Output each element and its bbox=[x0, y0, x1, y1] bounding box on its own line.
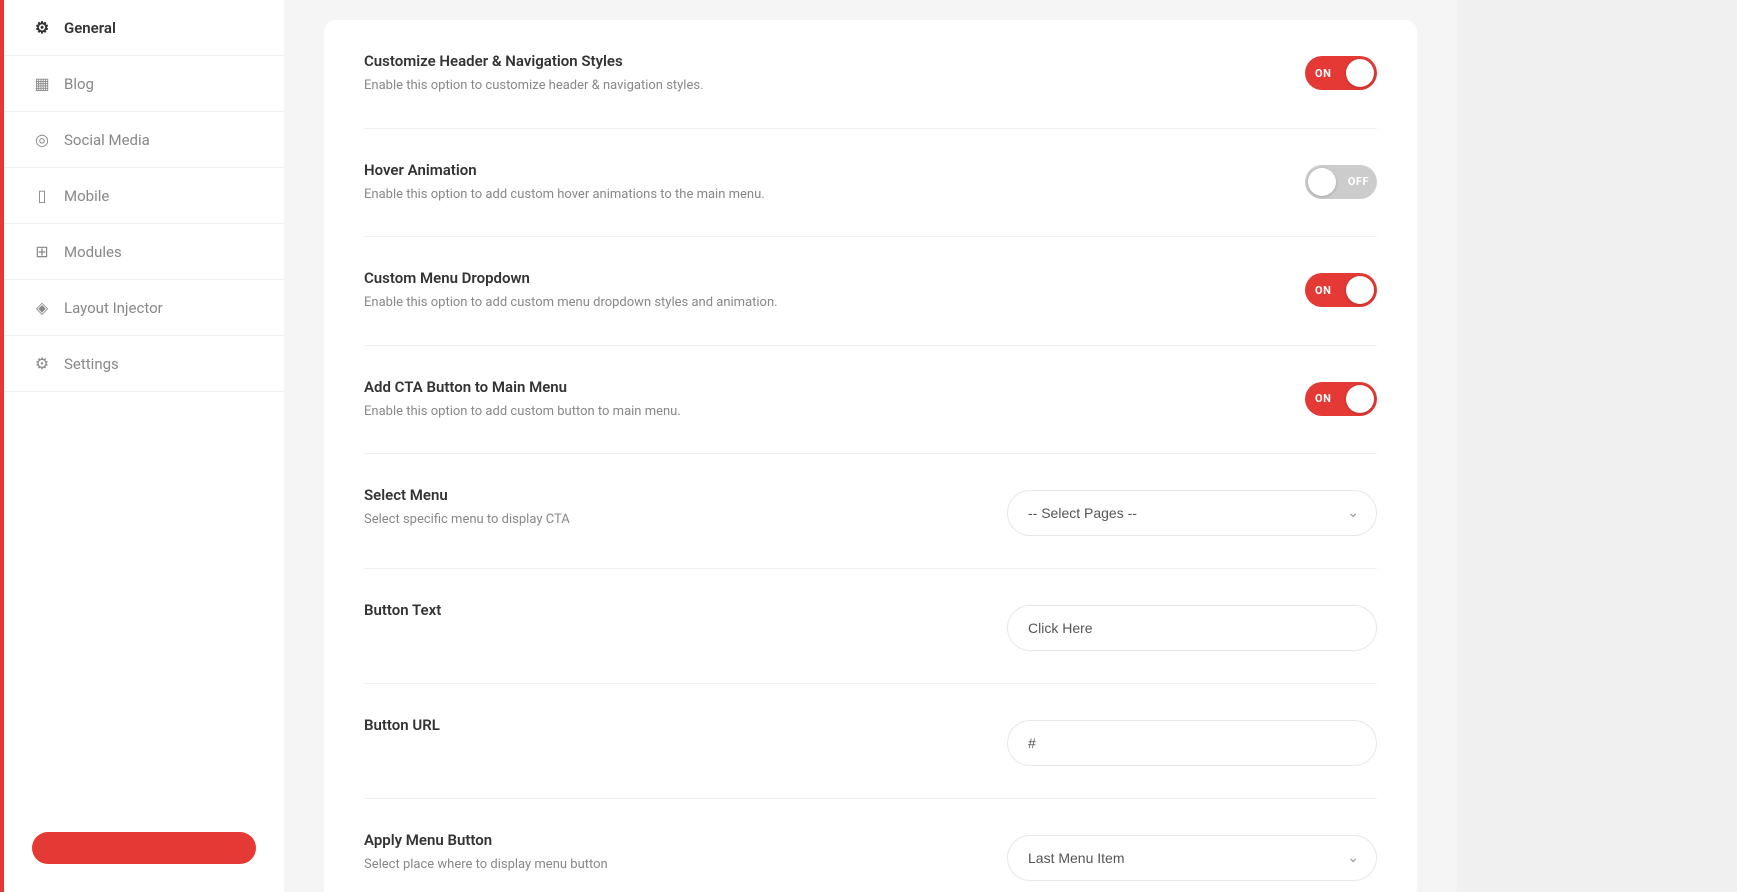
mobile-icon: ▯ bbox=[32, 186, 52, 205]
toggle-customize-header[interactable]: ON bbox=[1305, 56, 1377, 90]
setting-row-button-url: Button URL bbox=[364, 684, 1377, 799]
select-wrapper-select-menu: -- Select Pages -- ⌄ bbox=[1007, 490, 1377, 536]
main-content: Customize Header & Navigation Styles Ena… bbox=[284, 0, 1457, 892]
setting-label-button-text: Button Text bbox=[364, 601, 972, 625]
sidebar-item-label: General bbox=[64, 19, 116, 37]
setting-label-add-cta-button: Add CTA Button to Main Menu Enable this … bbox=[364, 378, 972, 422]
toggle-custom-menu-dropdown[interactable]: ON bbox=[1305, 273, 1377, 307]
right-panel bbox=[1457, 0, 1737, 892]
save-changes-button[interactable] bbox=[32, 832, 256, 864]
toggle-label: ON bbox=[1315, 392, 1331, 405]
setting-title: Button Text bbox=[364, 601, 972, 619]
toggle-track: ON bbox=[1305, 273, 1377, 307]
select-wrapper-apply-menu-button: Last Menu ItemFirst Menu Item ⌄ bbox=[1007, 835, 1377, 881]
toggle-thumb bbox=[1346, 276, 1374, 304]
setting-row-custom-menu-dropdown: Custom Menu Dropdown Enable this option … bbox=[364, 237, 1377, 346]
toggle-add-cta-button[interactable]: ON bbox=[1305, 382, 1377, 416]
setting-title: Select Menu bbox=[364, 486, 972, 504]
sidebar: ⚙ General ▦ Blog ◎ Social Media ▯ Mobile… bbox=[4, 0, 284, 892]
setting-control-customize-header: ON bbox=[997, 52, 1377, 90]
setting-label-hover-animation: Hover Animation Enable this option to ad… bbox=[364, 161, 972, 205]
general-icon: ⚙ bbox=[32, 18, 52, 37]
sidebar-item-social-media[interactable]: ◎ Social Media bbox=[4, 112, 284, 168]
save-button-wrapper bbox=[4, 804, 284, 892]
toggle-track: ON bbox=[1305, 382, 1377, 416]
setting-description: Select specific menu to display CTA bbox=[364, 510, 972, 530]
input-button-url[interactable] bbox=[1007, 720, 1377, 766]
setting-control-select-menu: -- Select Pages -- ⌄ bbox=[997, 486, 1377, 536]
sidebar-item-label: Mobile bbox=[64, 187, 109, 205]
sidebar-item-modules[interactable]: ⊞ Modules bbox=[4, 224, 284, 280]
social-media-icon: ◎ bbox=[32, 130, 52, 149]
setting-control-add-cta-button: ON bbox=[997, 378, 1377, 416]
toggle-label: ON bbox=[1315, 284, 1331, 297]
sidebar-item-label: Layout Injector bbox=[64, 299, 163, 317]
sidebar-item-label: Social Media bbox=[64, 131, 150, 149]
sidebar-item-mobile[interactable]: ▯ Mobile bbox=[4, 168, 284, 224]
setting-label-customize-header: Customize Header & Navigation Styles Ena… bbox=[364, 52, 972, 96]
setting-label-button-url: Button URL bbox=[364, 716, 972, 740]
setting-row-hover-animation: Hover Animation Enable this option to ad… bbox=[364, 129, 1377, 238]
setting-row-button-text: Button Text bbox=[364, 569, 1377, 684]
toggle-label: OFF bbox=[1348, 175, 1369, 188]
toggle-thumb bbox=[1346, 59, 1374, 87]
sidebar-item-label: Blog bbox=[64, 75, 94, 93]
setting-label-select-menu: Select Menu Select specific menu to disp… bbox=[364, 486, 972, 530]
setting-control-apply-menu-button: Last Menu ItemFirst Menu Item ⌄ bbox=[997, 831, 1377, 881]
setting-control-button-text bbox=[997, 601, 1377, 651]
setting-description: Enable this option to add custom button … bbox=[364, 402, 972, 422]
setting-description: Enable this option to add custom menu dr… bbox=[364, 293, 972, 313]
setting-title: Custom Menu Dropdown bbox=[364, 269, 972, 287]
blog-icon: ▦ bbox=[32, 74, 52, 93]
setting-row-apply-menu-button: Apply Menu Button Select place where to … bbox=[364, 799, 1377, 892]
sidebar-item-label: Modules bbox=[64, 243, 122, 261]
input-button-text[interactable] bbox=[1007, 605, 1377, 651]
select-apply-menu-button[interactable]: Last Menu ItemFirst Menu Item bbox=[1007, 835, 1377, 881]
setting-row-customize-header: Customize Header & Navigation Styles Ena… bbox=[364, 20, 1377, 129]
toggle-track: ON bbox=[1305, 56, 1377, 90]
setting-control-custom-menu-dropdown: ON bbox=[997, 269, 1377, 307]
select-select-menu[interactable]: -- Select Pages -- bbox=[1007, 490, 1377, 536]
layout-injector-icon: ◈ bbox=[32, 298, 52, 317]
setting-title: Hover Animation bbox=[364, 161, 972, 179]
setting-title: Button URL bbox=[364, 716, 972, 734]
setting-control-hover-animation: OFF bbox=[997, 161, 1377, 199]
toggle-track: OFF bbox=[1305, 165, 1377, 199]
setting-label-apply-menu-button: Apply Menu Button Select place where to … bbox=[364, 831, 972, 875]
toggle-hover-animation[interactable]: OFF bbox=[1305, 165, 1377, 199]
setting-label-custom-menu-dropdown: Custom Menu Dropdown Enable this option … bbox=[364, 269, 972, 313]
setting-description: Enable this option to add custom hover a… bbox=[364, 185, 972, 205]
sidebar-item-label: Settings bbox=[64, 355, 119, 373]
toggle-thumb bbox=[1346, 385, 1374, 413]
toggle-label: ON bbox=[1315, 67, 1331, 80]
setting-control-button-url bbox=[997, 716, 1377, 766]
sidebar-item-general[interactable]: ⚙ General bbox=[4, 0, 284, 56]
setting-row-add-cta-button: Add CTA Button to Main Menu Enable this … bbox=[364, 346, 1377, 455]
sidebar-item-layout-injector[interactable]: ◈ Layout Injector bbox=[4, 280, 284, 336]
setting-title: Add CTA Button to Main Menu bbox=[364, 378, 972, 396]
setting-description: Select place where to display menu butto… bbox=[364, 855, 972, 875]
setting-title: Customize Header & Navigation Styles bbox=[364, 52, 972, 70]
toggle-thumb bbox=[1308, 168, 1336, 196]
sidebar-item-blog[interactable]: ▦ Blog bbox=[4, 56, 284, 112]
setting-title: Apply Menu Button bbox=[364, 831, 972, 849]
settings-card: Customize Header & Navigation Styles Ena… bbox=[324, 20, 1417, 892]
modules-icon: ⊞ bbox=[32, 242, 52, 261]
setting-row-select-menu: Select Menu Select specific menu to disp… bbox=[364, 454, 1377, 569]
settings-icon: ⚙ bbox=[32, 354, 52, 373]
sidebar-item-settings[interactable]: ⚙ Settings bbox=[4, 336, 284, 392]
setting-description: Enable this option to customize header &… bbox=[364, 76, 972, 96]
